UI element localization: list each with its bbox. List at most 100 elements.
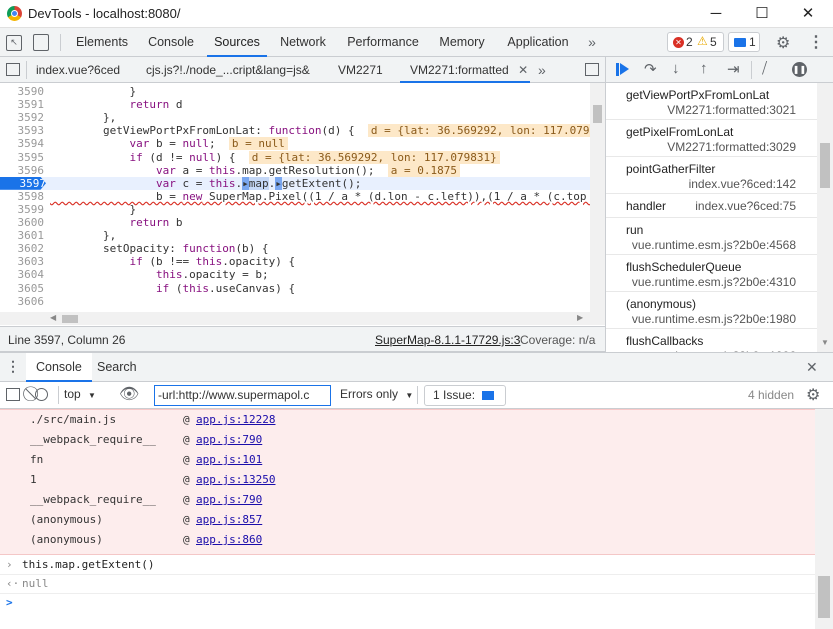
drawer-more-icon[interactable]: ⋮	[6, 358, 20, 375]
line-number[interactable]: 3591	[0, 98, 45, 111]
source-tab-vm2271[interactable]: VM2271	[338, 57, 383, 83]
log-levels-dropdown[interactable]: Errors only ▼	[340, 387, 413, 401]
toggle-navigator-icon[interactable]	[6, 63, 20, 76]
line-number[interactable]: 3596	[0, 164, 45, 177]
scroll-down-arrow-icon[interactable]: ▼	[821, 338, 829, 347]
scroll-left-arrow-icon[interactable]: ◀	[50, 313, 56, 322]
minimize-button[interactable]: ─	[693, 0, 739, 28]
toggle-debugger-icon[interactable]	[585, 63, 599, 76]
code-line[interactable]: 3592 },	[0, 111, 590, 124]
code-line[interactable]: 3599 }	[0, 203, 590, 216]
line-number[interactable]: 3594	[0, 137, 45, 150]
code-line[interactable]: 3600 return b	[0, 216, 590, 229]
stack-location-link[interactable]: app.js:790	[196, 490, 262, 510]
call-stack-scroll-thumb[interactable]	[820, 143, 830, 188]
console-scrollbar[interactable]	[815, 409, 833, 629]
call-frame-location[interactable]: vue.runtime.esm.js?2b0e:4568	[632, 238, 796, 252]
line-number[interactable]: 3599	[0, 203, 45, 216]
line-number[interactable]: 3602	[0, 242, 45, 255]
code-line[interactable]: 3604 this.opacity = b;	[0, 268, 590, 281]
call-frame[interactable]: (anonymous) vue.runtime.esm.js?2b0e:1980	[606, 292, 817, 329]
call-frame[interactable]: pointGatherFilter index.vue?6ced:142	[606, 157, 817, 194]
line-number[interactable]: 3595	[0, 151, 45, 164]
code-vertical-scrollbar[interactable]	[590, 83, 605, 312]
line-number[interactable]: 3593	[0, 124, 45, 137]
code-line[interactable]: 3596 var a = this.map.getResolution(); a…	[0, 163, 590, 177]
close-tab-icon[interactable]: ✕	[518, 63, 528, 77]
resume-icon[interactable]	[616, 63, 619, 76]
more-options-icon[interactable]: ⋮	[808, 32, 824, 52]
stack-location-link[interactable]: app.js:860	[196, 530, 262, 550]
code-line[interactable]: 3597 var c = this.▸map.▸getExtent();	[0, 176, 590, 190]
tab-sources[interactable]: Sources	[207, 28, 267, 57]
stack-location-link[interactable]: app.js:857	[196, 510, 262, 530]
tab-application[interactable]: Application	[498, 28, 578, 57]
gear-icon[interactable]: ⚙	[776, 33, 790, 53]
console-sidebar-icon[interactable]	[6, 388, 20, 401]
code-line[interactable]: 3606	[0, 295, 590, 308]
line-number[interactable]: 3600	[0, 216, 45, 229]
context-selector[interactable]: top ▼	[64, 387, 96, 401]
call-frame-location[interactable]: vue.runtime.esm.js?2b0e:1980	[632, 312, 796, 326]
more-tabs-button[interactable]: »	[583, 28, 601, 57]
step-over-icon[interactable]: ↷	[644, 60, 657, 78]
code-scroll-thumb[interactable]	[593, 105, 602, 123]
call-frame[interactable]: handler index.vue?6ced:75	[606, 194, 817, 218]
code-line[interactable]: 3598 b = new SuperMap.Pixel((1 / a * (d.…	[0, 190, 590, 203]
issues-counter[interactable]: ✕ 2 ⚠ 5	[667, 32, 724, 52]
line-number[interactable]: 3592	[0, 111, 45, 124]
line-number[interactable]: 3605	[0, 282, 45, 295]
call-frame[interactable]: flushCallbacksvue.runtime.esm.js?2b0e:19…	[606, 329, 817, 352]
console-prompt[interactable]: >	[0, 593, 815, 613]
stack-location-link[interactable]: app.js:101	[196, 450, 262, 470]
tab-performance[interactable]: Performance	[340, 28, 426, 57]
line-number[interactable]: 3606	[0, 295, 45, 308]
maximize-button[interactable]: ☐	[739, 0, 785, 28]
code-line[interactable]: 3603 if (b !== this.opacity) {	[0, 255, 590, 268]
drawer-tab-search[interactable]: Search	[97, 353, 137, 382]
code-hscroll-thumb[interactable]	[62, 315, 78, 323]
source-tab-vm2271-formatted[interactable]: VM2271:formatted ✕	[400, 57, 530, 83]
source-map-link[interactable]: SuperMap-8.1.1-17729.js:3	[375, 333, 520, 347]
line-number[interactable]: 3590	[0, 85, 45, 98]
tab-elements[interactable]: Elements	[70, 28, 134, 57]
step-out-icon[interactable]: ↑	[700, 60, 708, 77]
console-scroll-thumb[interactable]	[818, 576, 830, 618]
pause-on-exceptions-icon[interactable]: ❚❚	[792, 62, 807, 77]
deactivate-breakpoints-icon[interactable]: ⧸	[762, 60, 767, 77]
code-line[interactable]: 3605 if (this.useCanvas) {	[0, 282, 590, 295]
stack-location-link[interactable]: app.js:12228	[196, 410, 275, 430]
call-frame[interactable]: flushSchedulerQueue vue.runtime.esm.js?2b…	[606, 255, 817, 292]
stack-location-link[interactable]: app.js:790	[196, 430, 262, 450]
console-filter-input[interactable]: -url:http://www.supermapol.c	[154, 385, 331, 406]
code-editor[interactable]: 3590 } 3591 return d 3592 }, 3593 getViewPo…	[0, 83, 590, 312]
more-source-tabs-button[interactable]: »	[538, 57, 546, 83]
call-frame-location[interactable]: index.vue?6ced:75	[695, 199, 796, 213]
messages-counter[interactable]: 1	[728, 32, 760, 52]
step-icon[interactable]: ⇥	[727, 60, 740, 78]
code-line[interactable]: 3595 if (d != null) { d = {lat: 36.56929…	[0, 150, 590, 164]
call-frame-location[interactable]: VM2271:formatted:3029	[667, 140, 796, 154]
eye-icon[interactable]: 👁	[119, 384, 139, 404]
line-number[interactable]: 3597	[0, 176, 46, 190]
source-tab-cjs[interactable]: cjs.js?!./node_...cript&lang=js&	[146, 57, 310, 83]
device-toolbar-icon[interactable]	[33, 34, 49, 51]
source-tab-index-vue[interactable]: index.vue?6ced	[36, 57, 120, 83]
call-stack-scrollbar[interactable]: ▼	[817, 83, 833, 352]
line-number[interactable]: 3603	[0, 255, 45, 268]
line-number[interactable]: 3601	[0, 229, 45, 242]
console-settings-gear-icon[interactable]: ⚙	[806, 385, 820, 405]
code-line[interactable]: 3591 return d	[0, 98, 590, 111]
call-frame[interactable]: getPixelFromLonLat VM2271:formatted:3029	[606, 120, 817, 157]
inspect-element-icon[interactable]: ↖	[6, 35, 22, 51]
call-frame-location[interactable]: vue.runtime.esm.js?2b0e:4310	[632, 275, 796, 289]
code-line[interactable]: 3594 var b = null; b = null	[0, 137, 590, 151]
code-line[interactable]: 3593 getViewPortPxFromLonLat: function(d…	[0, 124, 590, 138]
close-drawer-icon[interactable]: ✕	[806, 359, 818, 376]
tab-network[interactable]: Network	[272, 28, 334, 57]
call-frame-location[interactable]: index.vue?6ced:142	[689, 177, 796, 191]
stack-location-link[interactable]: app.js:13250	[196, 470, 275, 490]
close-button[interactable]: ✕	[785, 0, 831, 28]
step-into-icon[interactable]: ↓	[672, 60, 680, 77]
call-frame[interactable]: run vue.runtime.esm.js?2b0e:4568	[606, 218, 817, 255]
